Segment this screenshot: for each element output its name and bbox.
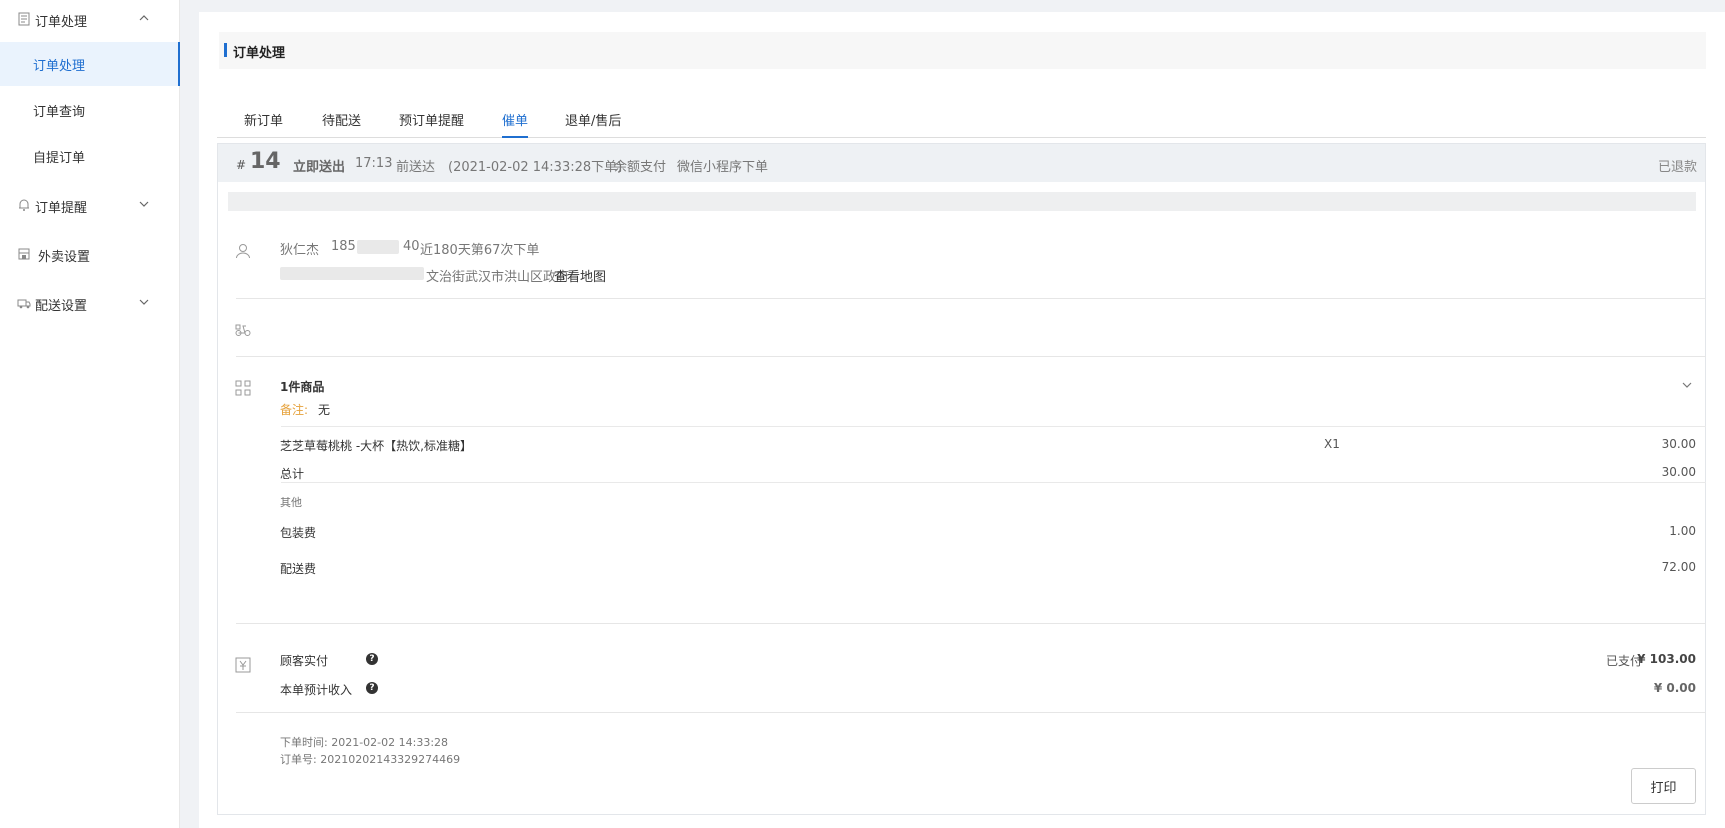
sidebar-item-order-query[interactable]: 订单查询: [0, 88, 180, 132]
order-header: # 14 立即送出 17:13 前送达 (2021-02-02 14:33:28…: [218, 144, 1705, 182]
tab-urge[interactable]: 催单: [502, 110, 529, 138]
sidebar-group-label: 订单提醒: [35, 201, 88, 216]
divider: [236, 623, 1706, 624]
paid-value: ¥ 103.00: [1637, 652, 1696, 666]
remark-label: 备注:: [280, 403, 309, 417]
customer-phone-start: 185: [331, 239, 356, 254]
divider: [236, 356, 1706, 357]
order-time: 下单时间: 2021-02-02 14:33:28: [280, 736, 449, 749]
title-accent-bar: [224, 43, 227, 57]
delivery-time: 17:13: [355, 156, 393, 171]
goods-count: 1件商品: [280, 380, 325, 394]
goods-item-name: 芝芝草莓桃桃 -大杯【热饮,标准糖】: [280, 439, 472, 453]
order-tabs: 新订单 待配送 预订单提醒 催单 退单/售后: [217, 96, 1706, 138]
order-number-label: 订单号: 20210202143329274469: [280, 753, 461, 766]
total-value: 30.00: [1661, 465, 1696, 479]
arrive-text: 前送达: [396, 160, 436, 175]
sidebar-item-label: 自提订单: [33, 151, 86, 166]
divider: [281, 426, 1706, 427]
delivery-fee-label: 配送费: [280, 562, 317, 576]
divider: [281, 482, 1706, 483]
progress-stripe: [228, 192, 1696, 211]
document-icon: [18, 12, 30, 26]
customer-history: 近180天第67次下单: [420, 243, 540, 258]
sidebar-item-order-processing[interactable]: 订单处理: [0, 42, 180, 86]
sidebar-item-label: 订单查询: [33, 105, 86, 120]
order-hash: #: [236, 158, 247, 172]
sidebar-group-order-reminder[interactable]: 订单提醒: [0, 192, 180, 218]
main-content: 订单处理 新订单 待配送 预订单提醒 催单 退单/售后 # 14 立即送出 17…: [199, 12, 1725, 828]
payment-method: 余额支付: [614, 160, 667, 175]
scooter-icon: [235, 324, 251, 336]
goods-item-qty: X1: [1324, 437, 1340, 451]
goods-item-price: 30.00: [1661, 437, 1696, 451]
order-created-time: (2021-02-02 14:33:28下单): [448, 160, 623, 175]
chevron-down-icon: [139, 299, 149, 305]
sidebar-group-label: 外卖设置: [38, 250, 91, 265]
customer-name: 狄仁杰: [280, 243, 320, 258]
chevron-up-icon: [139, 15, 149, 21]
packing-fee-value: 1.00: [1669, 524, 1696, 538]
paid-label: 顾客实付: [280, 654, 329, 668]
packing-fee-label: 包装费: [280, 526, 317, 540]
order-channel: 微信小程序下单: [677, 160, 769, 175]
income-label: 本单预计收入: [280, 683, 353, 697]
delivery-fee-value: 72.00: [1661, 560, 1696, 574]
help-icon[interactable]: ?: [366, 653, 378, 665]
remark-value: 无: [318, 403, 331, 417]
order-card: # 14 立即送出 17:13 前送达 (2021-02-02 14:33:28…: [217, 143, 1706, 815]
divider: [236, 298, 1706, 299]
other-label: 其他: [280, 496, 302, 509]
customer-address: 文治街武汉市洪山区政府: [426, 270, 570, 285]
help-icon[interactable]: ?: [366, 682, 378, 694]
sidebar-group-takeout-settings[interactable]: 外卖设置: [0, 241, 180, 267]
sidebar-group-label: 配送设置: [35, 299, 88, 314]
tab-new-orders[interactable]: 新订单: [244, 110, 283, 138]
income-value: ¥ 0.00: [1653, 681, 1696, 695]
sidebar-group-order-processing[interactable]: 订单处理: [0, 6, 180, 32]
phone-redacted: [357, 240, 399, 254]
delivery-icon: [17, 299, 31, 309]
order-status: 已退款: [1657, 160, 1697, 175]
sidebar-group-delivery-settings[interactable]: 配送设置: [0, 290, 180, 316]
sidebar-group-label: 订单处理: [35, 15, 88, 30]
page-title: 订单处理: [233, 46, 286, 61]
tab-pending-delivery[interactable]: 待配送: [322, 110, 361, 138]
tab-refund-aftersale[interactable]: 退单/售后: [565, 110, 621, 138]
chevron-down-icon: [139, 201, 149, 207]
view-map-link[interactable]: 查看地图: [554, 266, 606, 285]
yen-icon: [235, 657, 251, 673]
order-number: 14: [250, 149, 281, 174]
address-redacted: [280, 267, 424, 280]
delivery-type: 立即送出: [293, 160, 346, 175]
total-label: 总计: [280, 467, 305, 481]
divider: [236, 712, 1706, 713]
user-icon: [236, 244, 250, 259]
print-button[interactable]: 打印: [1631, 768, 1696, 804]
store-icon: [18, 248, 30, 260]
sidebar-item-label: 订单处理: [33, 59, 86, 74]
expand-chevron-icon[interactable]: [1681, 379, 1693, 391]
sidebar: 订单处理 订单处理 订单查询 自提订单 订单提醒 外卖设置 配送设置: [0, 0, 180, 828]
customer-phone-end: 40: [403, 239, 420, 254]
bell-icon: [19, 199, 29, 211]
page-header: 订单处理: [219, 32, 1706, 69]
tab-preorder-reminder[interactable]: 预订单提醒: [399, 110, 464, 138]
grid-icon: [235, 380, 251, 396]
sidebar-item-pickup-orders[interactable]: 自提订单: [0, 134, 180, 178]
